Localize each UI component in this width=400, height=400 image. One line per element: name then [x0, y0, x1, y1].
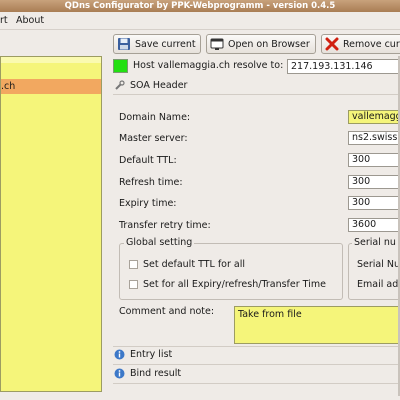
refresh-time-field[interactable]: 300 [348, 175, 400, 189]
domain-name-label: Domain Name: [119, 112, 191, 123]
email-label: Email ado [357, 279, 400, 290]
info-icon [114, 349, 125, 360]
bind-result-expander[interactable]: Bind result [114, 368, 181, 379]
open-on-browser-label: Open on Browser [228, 38, 310, 50]
menu-bar: rt About [0, 12, 400, 30]
host-list-header [1, 57, 101, 63]
resolve-status-indicator [113, 59, 128, 73]
resolve-text: Host vallemaggia.ch resolve to: [133, 60, 284, 71]
info-icon [114, 368, 125, 379]
default-ttl-label: Default TTL: [119, 155, 177, 166]
refresh-time-label: Refresh time: [119, 177, 183, 188]
default-ttl-field[interactable]: 300 [348, 153, 400, 167]
open-on-browser-button[interactable]: Open on Browser [206, 34, 316, 54]
resolved-ip-field[interactable]: 217.193.131.146 [287, 59, 400, 74]
host-list-selected-item[interactable]: .ch [1, 79, 101, 94]
window-title-bar: QDns Configurator by PPK-Webprogramm - v… [0, 0, 400, 12]
bind-result-divider [113, 364, 400, 365]
domain-name-field[interactable]: vallemaggi [348, 110, 400, 124]
browser-icon [210, 38, 224, 50]
bind-result-bottom-divider [113, 383, 400, 384]
floppy-disk-icon [118, 38, 130, 50]
serial-group [348, 243, 400, 300]
serial-number-label: Serial Nu [357, 259, 400, 270]
host-list-panel[interactable]: .ch [0, 56, 102, 392]
remove-current-label: Remove curr [343, 38, 400, 50]
save-current-label: Save current [135, 38, 196, 50]
serial-group-title: Serial nu [352, 237, 398, 248]
global-setting-group [119, 243, 343, 300]
set-all-times-label: Set for all Expiry/refresh/Transfer Time [143, 279, 326, 290]
comment-label: Comment and note: [119, 306, 215, 317]
remove-current-button[interactable]: Remove curr [321, 34, 400, 54]
soa-header-label: SOA Header [130, 80, 188, 91]
menu-item-import[interactable]: rt [0, 15, 8, 26]
master-server-field[interactable]: ns2.swiss [348, 131, 400, 145]
global-setting-title: Global setting [124, 237, 195, 248]
transfer-retry-field[interactable]: 3600 [348, 218, 400, 232]
comment-textarea[interactable]: Take from file [234, 306, 400, 344]
entry-list-label: Entry list [130, 349, 173, 360]
expiry-time-label: Expiry time: [119, 198, 177, 209]
set-all-times-checkbox[interactable] [129, 280, 138, 289]
expiry-time-field[interactable]: 300 [348, 196, 400, 210]
tool-icon [115, 80, 125, 90]
comment-text: Take from file [238, 309, 302, 320]
transfer-retry-label: Transfer retry time: [119, 220, 211, 231]
set-default-ttl-label: Set default TTL for all [143, 259, 245, 270]
window-title: QDns Configurator by PPK-Webprogramm - v… [64, 1, 336, 11]
bind-result-label: Bind result [130, 368, 182, 379]
master-server-label: Master server: [119, 133, 188, 144]
menu-item-about[interactable]: About [16, 15, 44, 26]
remove-x-icon [325, 37, 339, 51]
entry-list-divider [113, 346, 400, 347]
entry-list-expander[interactable]: Entry list [114, 349, 172, 360]
save-current-button[interactable]: Save current [113, 34, 201, 54]
soa-header-expander[interactable]: SOA Header [114, 80, 187, 91]
soa-header-divider [113, 94, 400, 95]
set-default-ttl-checkbox[interactable] [129, 260, 138, 269]
